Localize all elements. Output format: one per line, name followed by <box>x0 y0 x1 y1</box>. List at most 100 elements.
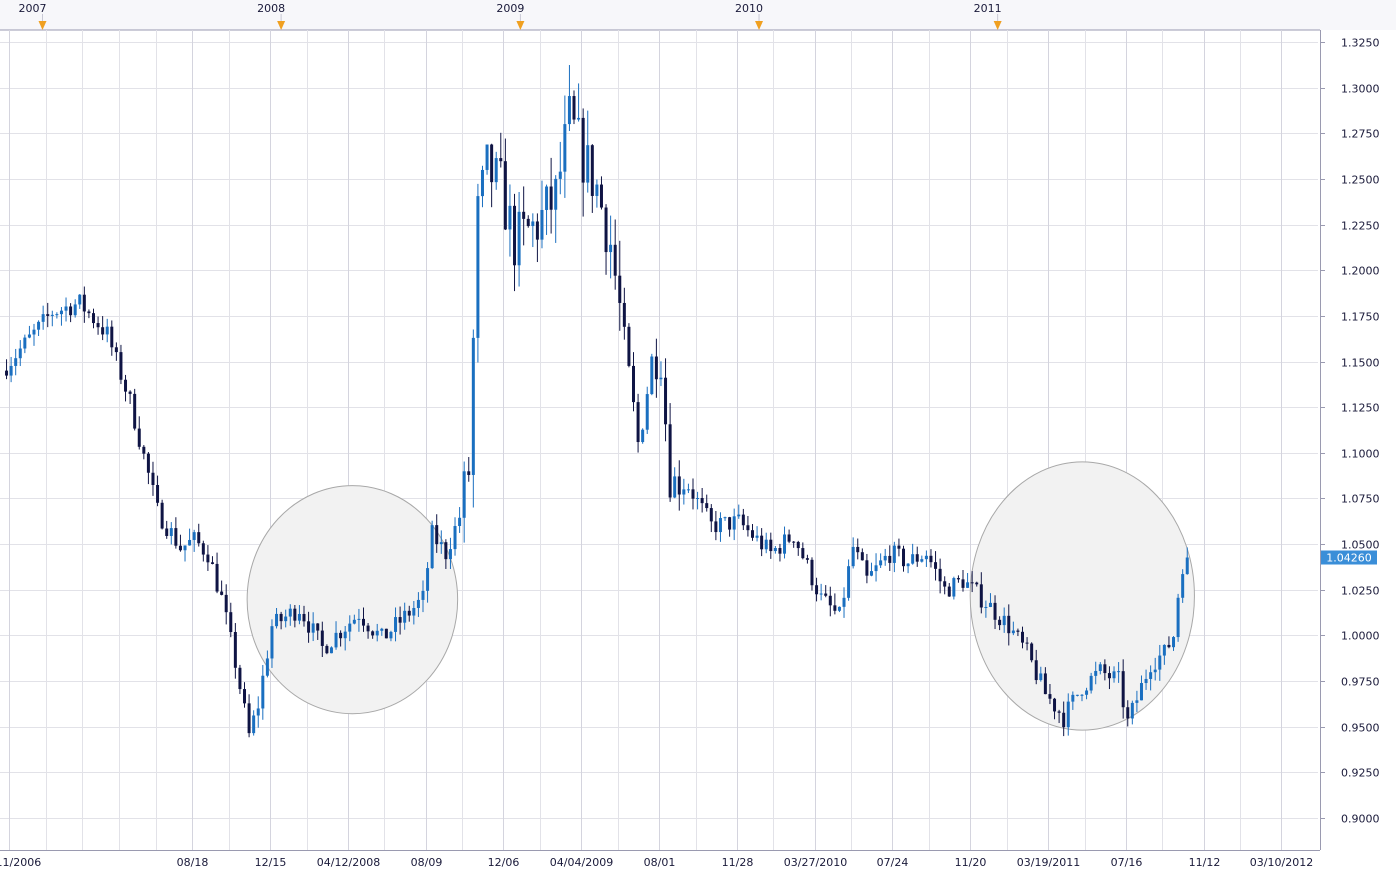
candle-body <box>783 534 787 554</box>
candle-body <box>1094 670 1098 676</box>
candle-body <box>412 607 416 616</box>
candle-body <box>73 304 77 316</box>
candle-body <box>297 613 301 621</box>
candle-body <box>599 184 603 208</box>
candle-body <box>325 645 329 654</box>
candle-body <box>380 628 384 631</box>
candle-body <box>677 476 681 495</box>
x-tick-label: 11/11/2006 <box>0 856 41 869</box>
candle-body <box>1075 694 1079 696</box>
candle-body <box>352 619 356 624</box>
candle-body <box>389 631 393 639</box>
candle-body <box>728 517 732 530</box>
candle-body <box>622 302 626 327</box>
x-tick-label: 08/01 <box>644 856 676 869</box>
candle-body <box>966 582 970 588</box>
candle-body <box>435 525 439 545</box>
y-tick-label: 1.1250 <box>1341 402 1380 415</box>
candle-body <box>64 306 68 311</box>
candle-body <box>709 508 713 522</box>
candle-body <box>705 503 709 509</box>
candle-body <box>1181 574 1185 598</box>
candle-body <box>595 184 599 196</box>
candle-body <box>650 356 654 395</box>
candle-body <box>1117 671 1121 673</box>
candle-body <box>384 628 388 639</box>
candle-body <box>952 578 956 597</box>
candle-body <box>256 708 260 716</box>
candle-body <box>69 306 73 316</box>
candle-body <box>1144 678 1148 684</box>
candle-body <box>439 542 443 545</box>
candle-body <box>540 209 544 240</box>
candle-body <box>961 579 965 588</box>
candle-body <box>773 548 777 552</box>
candle-body <box>609 244 613 253</box>
candle-body <box>156 485 160 503</box>
candle-body <box>174 528 178 546</box>
candle-body <box>888 555 892 563</box>
candle-body <box>119 352 123 380</box>
candle-body <box>320 630 324 646</box>
candle-body <box>586 145 590 183</box>
candle-body <box>998 619 1002 626</box>
candle-body <box>554 178 558 210</box>
candle-body <box>183 545 187 551</box>
candle-body <box>828 595 832 606</box>
candle-body <box>1071 694 1075 702</box>
candle-body <box>1080 694 1084 696</box>
candle-body <box>856 546 860 553</box>
candle-body <box>197 532 201 544</box>
x-tick-label: 04/12/2008 <box>317 856 380 869</box>
candle-body <box>348 623 352 632</box>
candle-body <box>1103 664 1107 674</box>
year-strip-background <box>0 0 1396 30</box>
candle-body <box>265 658 269 676</box>
candle-body <box>499 158 503 162</box>
candle-body <box>1135 700 1139 703</box>
year-marker-label: 2011 <box>974 2 1002 15</box>
y-tick-label: 1.3000 <box>1341 83 1380 96</box>
candle-body <box>1158 655 1162 670</box>
candle-body <box>718 518 722 533</box>
candle-body <box>114 347 118 353</box>
candle-body <box>398 617 402 623</box>
candle-body <box>984 606 988 608</box>
candle-body <box>453 526 457 550</box>
candle-body <box>801 548 805 559</box>
year-marker-label: 2008 <box>257 2 285 15</box>
candle-body <box>1089 675 1093 691</box>
candle-body <box>128 391 132 394</box>
candle-body <box>1034 660 1038 681</box>
candle-body <box>1066 701 1070 728</box>
candle-body <box>471 337 475 475</box>
candle-body <box>275 613 279 627</box>
candle-body <box>737 514 741 517</box>
candle-body <box>636 402 640 443</box>
candle-body <box>833 605 837 611</box>
candle-body <box>956 578 960 580</box>
y-tick-label: 1.3250 <box>1341 37 1380 50</box>
candle-body <box>1167 644 1171 648</box>
candle-body <box>50 314 54 316</box>
candle-body <box>934 562 938 569</box>
candle-body <box>847 566 851 598</box>
candle-body <box>924 555 928 560</box>
candle-body <box>920 559 924 562</box>
candle-body <box>508 205 512 230</box>
candle-body <box>1112 671 1116 679</box>
candle-body <box>815 585 819 595</box>
candle-body <box>233 632 237 668</box>
candle-body <box>750 530 754 538</box>
candle-body <box>1139 683 1143 701</box>
candle-body <box>192 532 196 540</box>
y-tick-label: 1.0000 <box>1341 630 1380 643</box>
candle-body <box>993 602 997 620</box>
candle-body <box>444 542 448 560</box>
candle-body <box>124 379 128 392</box>
year-marker-label: 2009 <box>496 2 524 15</box>
y-tick-label: 1.1750 <box>1341 311 1380 324</box>
candle-body <box>604 207 608 253</box>
candle-body <box>792 541 796 543</box>
candle-body <box>476 196 480 338</box>
